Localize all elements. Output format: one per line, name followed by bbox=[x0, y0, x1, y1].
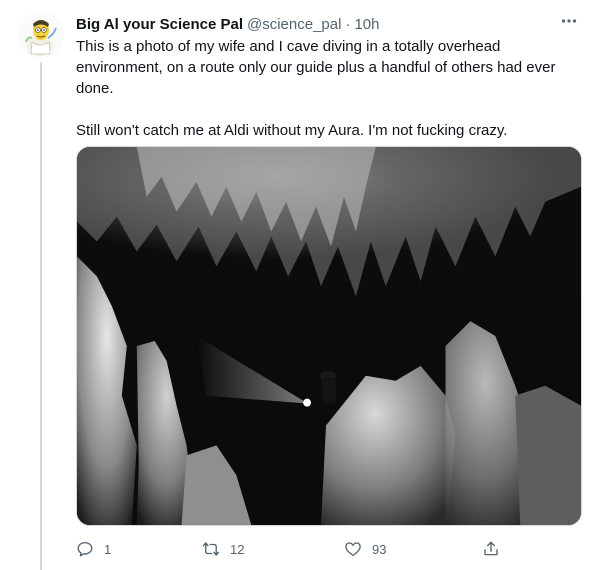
author-display-name[interactable]: Big Al your Science Pal bbox=[76, 16, 243, 33]
avatar[interactable] bbox=[18, 12, 64, 58]
heart-icon bbox=[344, 540, 362, 558]
tweet-text: This is a photo of my wife and I cave di… bbox=[76, 36, 566, 141]
thread-line bbox=[40, 62, 42, 570]
share-button[interactable] bbox=[482, 536, 500, 562]
retweet-count: 12 bbox=[230, 541, 245, 557]
tweet-text-paragraph: Still won't catch me at Aldi without my … bbox=[76, 122, 508, 139]
retweet-icon bbox=[202, 540, 220, 558]
more-button[interactable] bbox=[558, 12, 580, 34]
tweet-photo[interactable] bbox=[76, 146, 582, 526]
cave-photo-image bbox=[77, 147, 581, 525]
reply-icon bbox=[76, 540, 94, 558]
tweet-timestamp[interactable]: 10h bbox=[354, 16, 379, 33]
tweet-actions: 1 12 93 bbox=[76, 536, 506, 562]
reply-count: 1 bbox=[104, 541, 112, 557]
share-icon bbox=[482, 540, 500, 558]
more-icon bbox=[560, 12, 578, 35]
tweet[interactable]: Big Al your Science Pal @science_pal · 1… bbox=[0, 0, 598, 570]
like-button[interactable]: 93 bbox=[344, 536, 386, 562]
like-count: 93 bbox=[372, 541, 387, 557]
author-handle[interactable]: @science_pal bbox=[247, 16, 341, 33]
tweet-text-paragraph: This is a photo of my wife and I cave di… bbox=[76, 38, 556, 97]
reply-button[interactable]: 1 bbox=[76, 536, 111, 562]
tweet-header: Big Al your Science Pal @science_pal · 1… bbox=[76, 13, 578, 35]
avatar-image bbox=[18, 12, 64, 58]
retweet-button[interactable]: 12 bbox=[202, 536, 244, 562]
header-separator: · bbox=[345, 15, 351, 33]
